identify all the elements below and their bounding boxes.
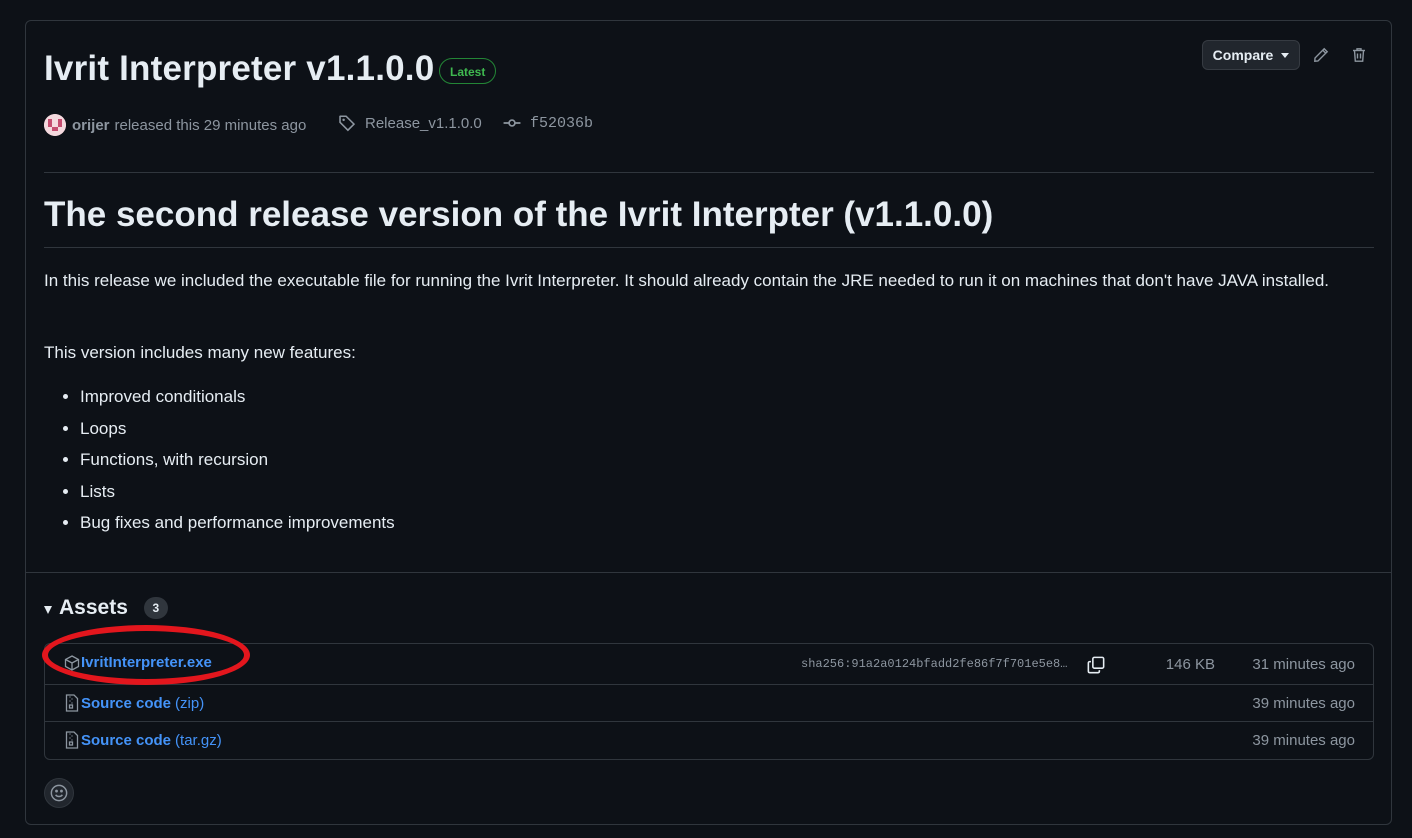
compare-button[interactable]: Compare (1202, 40, 1300, 70)
compare-label: Compare (1212, 47, 1274, 63)
asset-link-zip[interactable]: Source code (zip) (64, 694, 204, 712)
latest-badge: Latest (439, 58, 497, 84)
asset-link-exe[interactable]: IvritInterpreter.exe (64, 654, 212, 671)
list-item: Improved conditionals (80, 383, 395, 415)
asset-row: IvritInterpreter.exe sha256:91a2a0124bfa… (45, 644, 1373, 684)
asset-time: 31 minutes ago (1252, 656, 1355, 673)
chevron-down-icon (1281, 52, 1290, 58)
release-meta: orijer released this 29 minutes ago (44, 114, 306, 136)
release-intro: In this release we included the executab… (44, 271, 1329, 290)
triangle-down-icon (44, 605, 52, 614)
author-link[interactable]: orijer (72, 117, 110, 134)
divider (44, 172, 1374, 173)
assets-title: Assets (59, 596, 128, 619)
asset-name: IvritInterpreter.exe (81, 654, 212, 671)
tag-icon (339, 115, 356, 132)
edit-button[interactable] (1309, 43, 1333, 67)
add-reaction-button[interactable] (44, 778, 74, 808)
file-zip-icon (65, 731, 79, 749)
asset-name: Source code (81, 694, 172, 712)
copy-icon (1087, 656, 1105, 674)
released-time: released this 29 minutes ago (114, 116, 307, 134)
asset-suffix: (zip) (175, 694, 205, 712)
release-title[interactable]: Ivrit Interpreter v1.1.0.0 (44, 49, 434, 89)
release-heading: The second release version of the Ivrit … (44, 195, 994, 234)
asset-row: Source code (tar.gz) 39 minutes ago (45, 721, 1373, 759)
tag-name: Release_v1.1.0.0 (365, 114, 482, 132)
assets-toggle[interactable]: Assets 3 (44, 596, 168, 620)
asset-time: 39 minutes ago (1252, 695, 1355, 712)
avatar[interactable] (44, 114, 66, 136)
smiley-icon (50, 784, 68, 802)
list-item: Functions, with recursion (80, 446, 395, 478)
commit-link[interactable]: f52036b (503, 114, 593, 132)
feature-list: Improved conditionals Loops Functions, w… (44, 383, 395, 541)
delete-button[interactable] (1347, 43, 1371, 67)
asset-row: Source code (zip) 39 minutes ago (45, 684, 1373, 721)
commit-sha: f52036b (530, 114, 594, 132)
list-item: Loops (80, 415, 395, 447)
asset-name: Source code (81, 731, 172, 749)
assets-list: IvritInterpreter.exe sha256:91a2a0124bfa… (44, 643, 1374, 760)
tag-link[interactable]: Release_v1.1.0.0 (338, 114, 482, 132)
pencil-icon (1314, 47, 1329, 62)
asset-link-targz[interactable]: Source code (tar.gz) (64, 731, 222, 749)
features-intro: This version includes many new features: (44, 343, 356, 362)
asset-size: 146 KB (1165, 656, 1215, 673)
release-card: Ivrit Interpreter v1.1.0.0 Latest Compar… (25, 20, 1392, 825)
assets-count-badge: 3 (143, 597, 168, 619)
commit-icon (503, 119, 521, 127)
file-zip-icon (65, 694, 79, 712)
copy-sha-button[interactable] (1085, 654, 1107, 676)
asset-sha: sha256:91a2a0124bfadd2fe86f7f701e5e8… (801, 657, 1068, 671)
trash-icon (1353, 48, 1365, 62)
package-icon (64, 654, 80, 671)
divider (44, 247, 1374, 248)
asset-suffix: (tar.gz) (175, 731, 222, 749)
list-item: Lists (80, 478, 395, 510)
list-item: Bug fixes and performance improvements (80, 509, 395, 541)
asset-time: 39 minutes ago (1252, 732, 1355, 749)
divider (26, 572, 1391, 573)
